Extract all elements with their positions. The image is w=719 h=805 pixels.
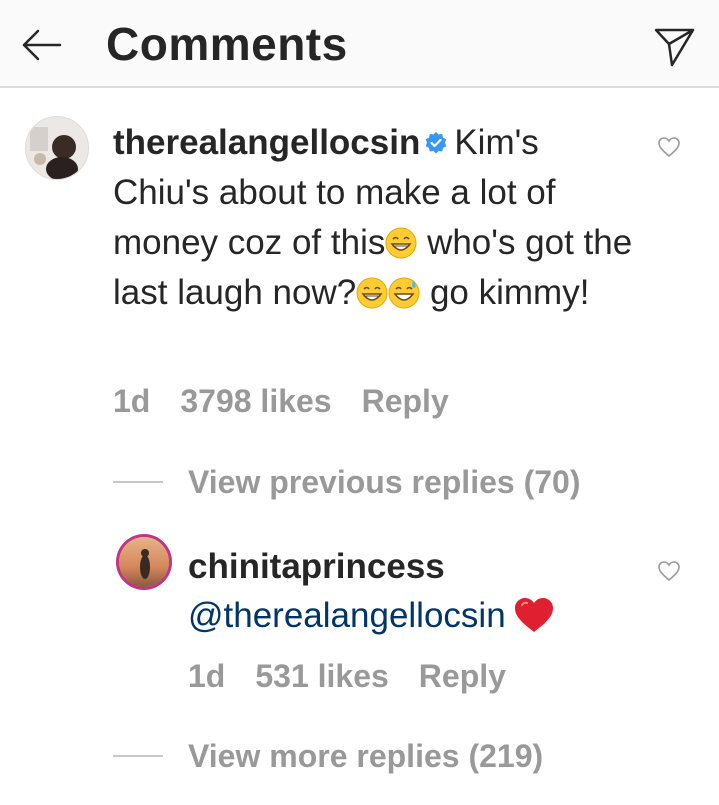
like-heart-icon[interactable] (657, 560, 681, 582)
reply-username[interactable]: chinitaprincess (188, 542, 445, 592)
reply-likes[interactable]: 531 likes (255, 658, 388, 694)
reply-body: @therealangellocsin (188, 591, 556, 641)
grinning-sweat-emoji-icon (388, 277, 420, 309)
avatar[interactable] (119, 537, 169, 587)
page-title: Comments (106, 18, 348, 70)
avatar-photo (26, 117, 88, 179)
comments-header: Comments (0, 0, 719, 88)
arrow-left-icon[interactable] (18, 22, 64, 68)
avatar[interactable] (25, 116, 89, 180)
reply-time: 1d (188, 658, 226, 694)
reply-button[interactable]: Reply (419, 658, 506, 694)
grinning-squinting-emoji-icon (356, 277, 388, 309)
comment-username[interactable]: therealangellocsin (113, 123, 420, 162)
comment-likes[interactable]: 3798 likes (180, 383, 331, 419)
replies-divider (113, 755, 163, 757)
grinning-squinting-emoji-icon (385, 227, 417, 259)
avatar-photo (119, 537, 169, 587)
view-previous-replies-button[interactable]: View previous replies (70) (188, 462, 580, 502)
comment-time: 1d (113, 383, 151, 419)
view-more-replies-button[interactable]: View more replies (219) (188, 736, 543, 776)
verified-badge-icon (426, 131, 447, 154)
comment-body-3: go kimmy! (420, 273, 590, 312)
red-heart-emoji-icon (514, 597, 553, 632)
replies-divider (113, 481, 163, 483)
reply-meta: 1d 531 likes Reply (188, 656, 536, 696)
comment-text: therealangellocsin Kim's Chiu's about to… (113, 118, 633, 318)
reply-button[interactable]: Reply (362, 383, 449, 419)
like-heart-icon[interactable] (657, 136, 681, 158)
paper-plane-icon[interactable] (650, 22, 698, 70)
reply-mention[interactable]: @therealangellocsin (188, 596, 506, 635)
comment-meta: 1d 3798 likes Reply (113, 381, 479, 421)
